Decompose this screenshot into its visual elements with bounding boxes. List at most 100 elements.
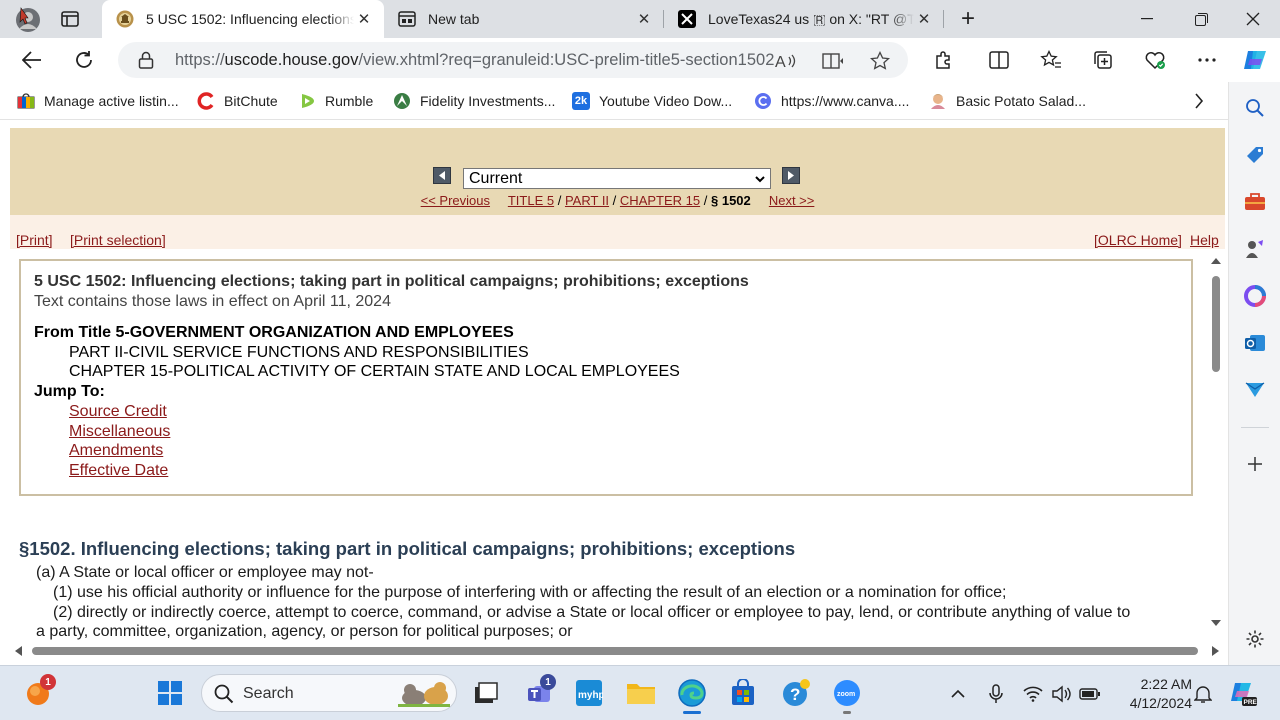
horizontal-scrollbar[interactable] [8,640,1226,662]
myhp-icon[interactable]: myhp [574,678,604,708]
favorite-label: Youtube Video Dow... [599,93,733,109]
breadcrumb-separator: / [612,193,617,208]
favorite-youtube-downloader[interactable]: 2k Youtube Video Dow... [572,91,732,111]
next-version-arrow-icon[interactable] [782,167,800,184]
add-sidebar-app-icon[interactable] [1243,452,1267,476]
help-link[interactable]: Help [1190,232,1219,248]
page-viewport: Current << Previous TITLE 5 / PART II / … [0,120,1228,665]
zoom-icon[interactable]: zoom [832,678,862,714]
shopping-tag-icon[interactable] [1243,143,1267,167]
previous-version-arrow-icon[interactable] [433,167,451,184]
file-explorer-icon[interactable] [626,678,656,708]
back-icon[interactable] [17,45,47,75]
tab-actions-button[interactable] [58,8,82,30]
svg-text:zoom: zoom [837,691,855,698]
breadcrumb-chapter-link[interactable]: CHAPTER 15 [620,193,700,208]
canva-icon [754,92,772,110]
taskbar-search-box[interactable]: Search [201,674,457,712]
close-tab-icon[interactable]: ✕ [354,9,374,29]
lock-icon[interactable] [138,51,154,72]
print-link[interactable]: [Print] [16,232,53,248]
print-selection-link[interactable]: [Print selection] [70,232,166,248]
weather-badge: 1 [40,674,56,690]
refresh-icon[interactable] [69,45,99,75]
breadcrumb-part-link[interactable]: PART II [565,193,609,208]
tab-title: LoveTexas24 us 🇷 on X: "RT @TimRunsHisMo… [708,10,914,27]
effective-date-link[interactable]: Effective Date [69,462,168,479]
favorite-potato-salad[interactable]: Basic Potato Salad... [929,91,1086,111]
version-select[interactable]: Current [463,168,771,189]
show-hidden-icons-chevron-up-icon[interactable] [947,683,969,705]
previous-section-link[interactable]: << Previous [421,193,490,208]
section-info-box: 5 USC 1502: Influencing elections; takin… [19,259,1193,496]
new-tab-button[interactable]: + [956,5,980,32]
copilot-icon[interactable] [1240,45,1270,75]
read-aloud-icon[interactable]: A [774,49,798,73]
tab-x-post[interactable]: LoveTexas24 us 🇷 on X: "RT @TimRunsHisMo… [664,0,944,38]
immersive-reader-icon[interactable] [821,49,845,73]
tab-uscode[interactable]: 5 USC 1502: Influencing elections; takin… [102,0,384,38]
collections-icon[interactable] [1088,45,1118,75]
tab-title: 5 USC 1502: Influencing elections; takin… [146,11,354,27]
amendments-link[interactable]: Amendments [69,442,163,459]
settings-more-icon[interactable] [1192,45,1222,75]
start-windows-icon[interactable] [155,678,185,708]
close-tab-icon[interactable]: ✕ [634,9,654,29]
drop-send-icon[interactable] [1243,378,1267,402]
get-help-icon[interactable]: ? [781,678,811,708]
wifi-icon[interactable] [1022,683,1044,705]
part-line: PART II-CIVIL SERVICE FUNCTIONS AND RESP… [69,344,529,361]
breadcrumb-title-link[interactable]: TITLE 5 [508,193,554,208]
close-tab-icon[interactable]: ✕ [914,9,934,29]
vertical-scrollbar[interactable] [1207,254,1225,634]
task-view-icon[interactable] [470,678,500,708]
tab-strip: 5 USC 1502: Influencing elections; takin… [0,0,1280,38]
favorite-star-icon[interactable] [868,49,892,73]
microphone-icon[interactable] [985,683,1007,705]
edge-sidebar [1228,82,1280,665]
favorite-bitchute[interactable]: BitChute [197,91,278,111]
outlook-icon[interactable] [1243,331,1267,355]
battery-icon[interactable] [1079,683,1101,705]
edge-browser-icon[interactable] [677,678,707,714]
miscellaneous-link[interactable]: Miscellaneous [69,423,170,440]
favorites-overflow-chevron-icon[interactable] [1190,92,1208,110]
clock-time: 2:22 AM [1140,676,1192,692]
svg-text:A: A [775,54,786,70]
system-clock[interactable]: 2:22 AM 4/12/2024 [1112,675,1192,713]
close-window-button[interactable] [1226,0,1280,38]
search-label: Search [243,685,294,702]
split-screen-icon[interactable] [984,45,1014,75]
favorites-icon[interactable] [1036,45,1066,75]
browser-essentials-icon[interactable] [1140,45,1170,75]
minimize-button[interactable] [1120,0,1174,38]
chevron-down-icon [754,172,766,190]
olrc-home-link[interactable]: [OLRC Home] [1094,232,1182,248]
favorites-bar: Manage active listin... BitChute Rumble … [0,82,1228,120]
source-credit-link[interactable]: Source Credit [69,403,167,420]
tab-new-tab[interactable]: New tab ✕ [384,0,664,38]
volume-icon[interactable] [1050,683,1072,705]
search-icon[interactable] [1243,96,1267,120]
profile-avatar[interactable] [14,6,42,34]
restore-button[interactable] [1174,0,1228,38]
weather-widget-icon[interactable]: 1 [24,674,56,708]
running-app-indicator [843,711,851,714]
url-text[interactable]: https://uscode.house.gov/view.xhtml?req=… [175,51,775,70]
favorite-ebay[interactable]: Manage active listin... [17,91,179,111]
favorite-fidelity[interactable]: Fidelity Investments... [393,91,555,111]
copilot-preview-icon[interactable]: PRE [1228,678,1258,708]
games-icon[interactable] [1243,237,1267,261]
sidebar-settings-gear-icon[interactable] [1243,627,1267,651]
next-section-link[interactable]: Next >> [769,193,815,208]
notification-bell-icon[interactable] [1192,683,1214,705]
favorite-rumble[interactable]: Rumble [298,91,373,111]
teams-icon[interactable]: 1 [524,674,556,708]
breadcrumb-separator: / [557,193,562,208]
tools-briefcase-icon[interactable] [1243,190,1267,214]
extensions-icon[interactable] [928,45,958,75]
address-bar[interactable]: https://uscode.house.gov/view.xhtml?req=… [118,42,908,78]
microsoft-store-icon[interactable] [728,678,758,708]
microsoft-365-icon[interactable] [1243,284,1267,308]
favorite-canva[interactable]: https://www.canva.... [754,91,909,111]
